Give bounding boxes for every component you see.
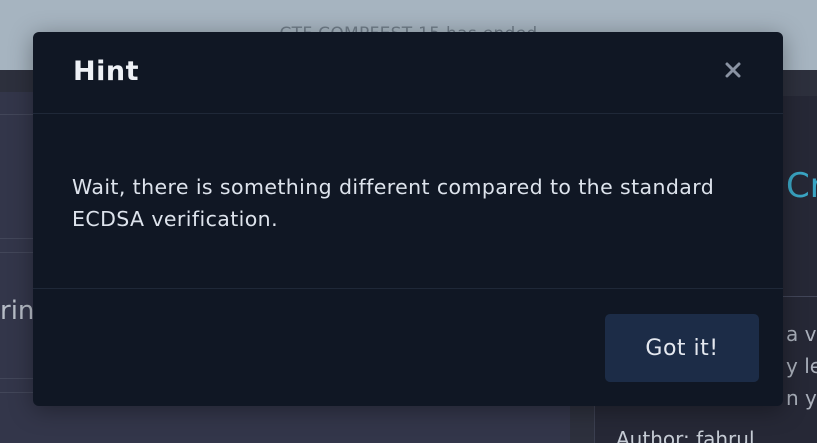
- modal-header: Hint: [33, 32, 783, 114]
- modal-title: Hint: [73, 56, 139, 87]
- modal-body: Wait, there is something different compa…: [33, 115, 783, 289]
- page: CTF COMPFEST 15 has ended ring Cr a v y …: [0, 0, 817, 443]
- close-button[interactable]: [717, 54, 749, 86]
- hint-text: Wait, there is something different compa…: [72, 175, 715, 231]
- got-it-button[interactable]: Got it!: [605, 314, 759, 382]
- close-icon: [725, 62, 741, 78]
- hint-modal: Hint Wait, there is something different …: [33, 32, 783, 406]
